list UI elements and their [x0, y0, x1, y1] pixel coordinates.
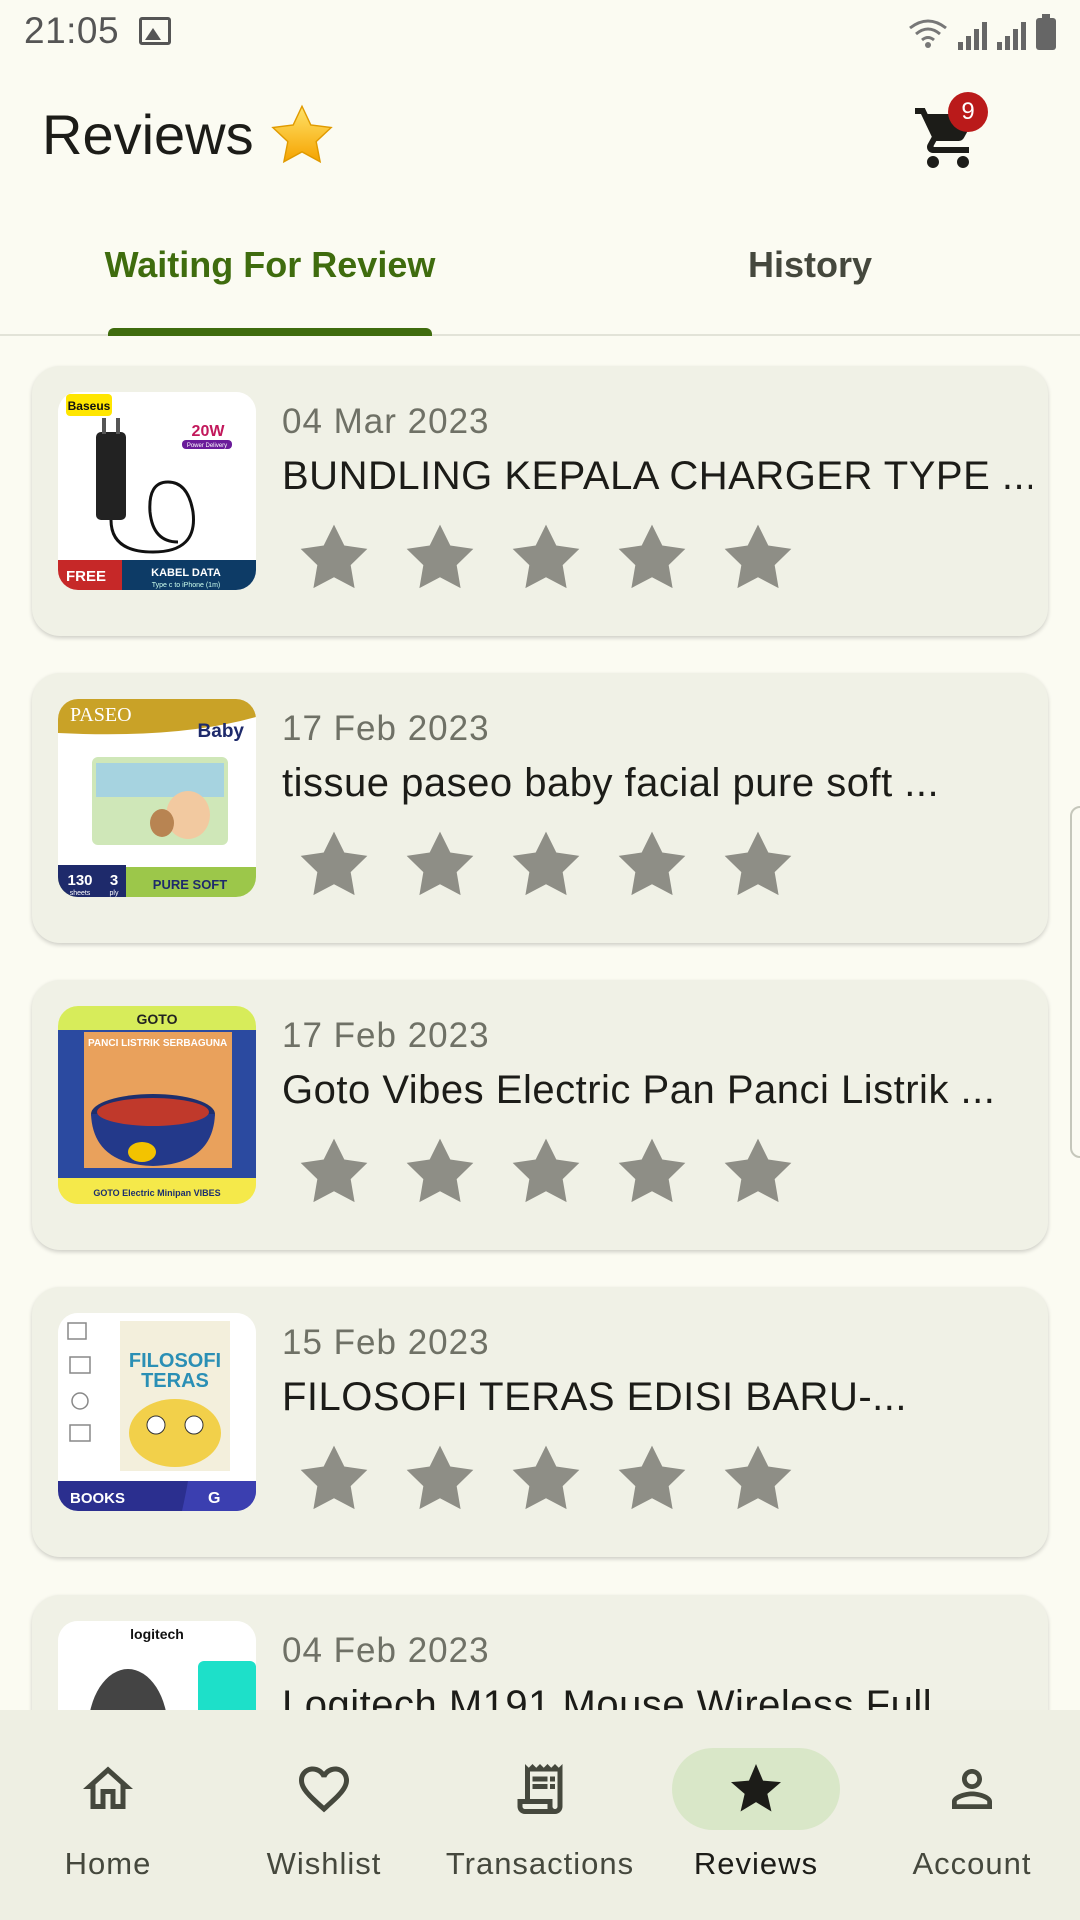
thumb-footer: PURE SOFT: [153, 877, 227, 892]
tab-history[interactable]: History: [540, 212, 1080, 334]
page-title: Reviews: [42, 103, 254, 166]
thumb-footer: GOTO Electric Minipan VIBES: [93, 1188, 220, 1198]
rating-stars: [294, 1439, 798, 1519]
nav-item-wishlist[interactable]: Wishlist: [216, 1710, 432, 1920]
battery-icon: [1036, 14, 1056, 50]
rating-star-2[interactable]: [400, 1439, 480, 1519]
star-emoji-icon: [271, 104, 333, 164]
review-card[interactable]: GOTO PANCI LISTRIK SERBAGUNA GOTO Electr…: [32, 980, 1048, 1250]
heart-icon: [299, 1766, 349, 1813]
signal-1-icon: [958, 20, 987, 50]
review-date: 04 Mar 2023: [282, 402, 490, 441]
review-card[interactable]: FILOSOFI TERAS BOOKS G 15 Feb 2023 FILOS…: [32, 1287, 1048, 1557]
rating-star-4[interactable]: [612, 1439, 692, 1519]
rating-star-3[interactable]: [506, 1132, 586, 1212]
active-tab-indicator: [108, 328, 432, 336]
review-date: 04 Feb 2023: [282, 1631, 490, 1670]
rating-stars: [294, 1132, 798, 1212]
rating-star-4[interactable]: [612, 518, 692, 598]
status-bar: 21:05: [0, 0, 1080, 62]
rating-star-2[interactable]: [400, 518, 480, 598]
status-icons: [908, 12, 1056, 50]
receipt-icon: [517, 1764, 563, 1814]
thumb-brand: Baseus: [68, 399, 111, 413]
product-image: logitech: [58, 1621, 256, 1710]
thumb-count: 130: [67, 872, 92, 889]
thumb-tag: Baby: [198, 721, 245, 742]
review-date: 17 Feb 2023: [282, 1016, 490, 1055]
product-title: tissue paseo baby facial pure soft ...: [282, 761, 940, 805]
rating-star-5[interactable]: [718, 1439, 798, 1519]
nav-item-transactions[interactable]: Transactions: [432, 1710, 648, 1920]
home-icon: [83, 1766, 133, 1809]
thumb-badge: 20W: [192, 423, 226, 440]
rating-star-5[interactable]: [718, 518, 798, 598]
signal-2-icon: [997, 20, 1026, 50]
rating-star-4[interactable]: [612, 1132, 692, 1212]
thumb-ply-unit: ply: [110, 890, 119, 897]
rating-star-5[interactable]: [718, 1132, 798, 1212]
thumb-brand: logitech: [130, 1626, 184, 1642]
thumb-brand: PASEO: [70, 704, 132, 726]
nav-label: Transactions: [445, 1846, 635, 1881]
product-title: Logitech M191 Mouse Wireless Full: [282, 1683, 933, 1710]
rating-star-3[interactable]: [506, 825, 586, 905]
thumb-footer-right: KABEL DATA: [151, 567, 221, 579]
review-card[interactable]: Baseus 20W Power Delivery FREE KABEL DAT…: [32, 366, 1048, 636]
rating-star-1[interactable]: [294, 1439, 374, 1519]
tab-waiting-for-review[interactable]: Waiting For Review: [0, 212, 540, 334]
cart-count-badge: 9: [948, 92, 988, 132]
rating-star-3[interactable]: [506, 1439, 586, 1519]
rating-star-5[interactable]: [718, 825, 798, 905]
thumb-footer: BOOKS: [70, 1490, 125, 1507]
bottom-navigation: Home Wishlist Transactions Reviews Accou…: [0, 1710, 1080, 1920]
review-list[interactable]: Baseus 20W Power Delivery FREE KABEL DAT…: [0, 336, 1080, 1710]
thumb-footer-small: Type c to iPhone (1m): [152, 582, 220, 589]
gallery-notification-icon: [139, 17, 172, 45]
rating-star-1[interactable]: [294, 1132, 374, 1212]
rating-star-2[interactable]: [400, 1132, 480, 1212]
nav-label: Home: [64, 1846, 152, 1881]
thumb-footer-left: FREE: [66, 568, 106, 585]
status-time: 21:05: [24, 10, 120, 51]
rating-star-4[interactable]: [612, 825, 692, 905]
rating-star-1[interactable]: [294, 825, 374, 905]
thumb-book-title-2: TERAS: [141, 1370, 209, 1392]
thumb-count-unit: sheets: [70, 890, 91, 897]
thumb-sub: Power Delivery: [187, 443, 227, 449]
person-icon: [952, 1769, 992, 1809]
rating-star-1[interactable]: [294, 518, 374, 598]
review-card[interactable]: logitech 04 Feb 2023 Logitech M191 Mouse…: [32, 1595, 1048, 1710]
review-date: 17 Feb 2023: [282, 709, 490, 748]
product-title: BUNDLING KEPALA CHARGER TYPE ...: [282, 454, 1032, 498]
rating-stars: [294, 518, 798, 598]
review-date: 15 Feb 2023: [282, 1323, 490, 1362]
product-title: Goto Vibes Electric Pan Panci Listrik ..…: [282, 1068, 996, 1112]
product-title: FILOSOFI TERAS EDISI BARU-...: [282, 1375, 907, 1419]
nav-label: Account: [912, 1846, 1032, 1881]
nav-item-account[interactable]: Account: [864, 1710, 1080, 1920]
nav-item-reviews[interactable]: Reviews: [648, 1710, 864, 1920]
rating-star-2[interactable]: [400, 825, 480, 905]
rating-stars: [294, 825, 798, 905]
thumb-brand: GOTO: [137, 1011, 178, 1027]
product-image: FILOSOFI TERAS BOOKS G: [58, 1313, 256, 1511]
review-card[interactable]: PASEO Baby 130 sheets 3 ply PURE SOFT 17…: [32, 673, 1048, 943]
product-image: PASEO Baby 130 sheets 3 ply PURE SOFT: [58, 699, 256, 897]
nav-label: Reviews: [693, 1846, 819, 1881]
product-image: Baseus 20W Power Delivery FREE KABEL DAT…: [58, 392, 256, 590]
thumb-ply: 3: [110, 872, 118, 889]
thumb-logo: G: [208, 1490, 220, 1507]
wifi-icon: [908, 18, 948, 50]
nav-label: Wishlist: [266, 1846, 382, 1881]
product-image: GOTO PANCI LISTRIK SERBAGUNA GOTO Electr…: [58, 1006, 256, 1204]
scroll-indicator[interactable]: [1070, 806, 1080, 1158]
rating-star-3[interactable]: [506, 518, 586, 598]
app-header: Reviews 9: [0, 62, 1080, 212]
thumb-banner: PANCI LISTRIK SERBAGUNA: [88, 1038, 227, 1049]
star-icon: [731, 1764, 781, 1812]
nav-item-home[interactable]: Home: [0, 1710, 216, 1920]
review-tabs: Waiting For Review History: [0, 212, 1080, 336]
thumb-book-title-1: FILOSOFI: [129, 1350, 221, 1372]
